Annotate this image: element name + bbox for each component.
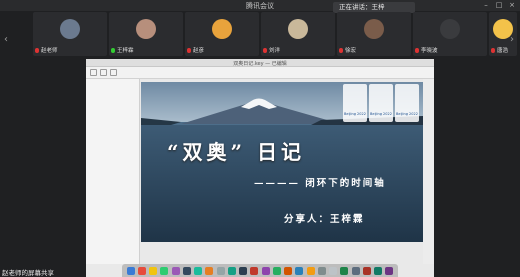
participant-name-text: 徐宏 (345, 48, 357, 54)
mic-muted-icon (263, 48, 267, 53)
slide-subtitle: ———— 闭环下的时间轴 (254, 178, 386, 189)
participant-tile[interactable]: 徐宏 (337, 12, 411, 56)
participant-name: 赵老师 (35, 46, 58, 54)
window-title: 腾讯会议 (246, 2, 274, 10)
participant-tile[interactable]: 李晓波 (413, 12, 487, 56)
dock-app-icon[interactable] (329, 266, 338, 275)
minimize-icon[interactable]: – (481, 1, 491, 9)
maximize-icon[interactable]: □ (494, 1, 504, 9)
keynote-window-title: 双奥日记.key — 已编辑 (233, 61, 287, 67)
participant-name: 赵彦 (187, 46, 204, 54)
beijing-2022-logo: Beijing 2022 (369, 84, 393, 122)
view-icon[interactable] (90, 69, 97, 76)
dock-app-icon[interactable] (374, 266, 383, 275)
dock-app-icon[interactable] (362, 266, 371, 275)
participant-name: 王梓霖 (111, 46, 134, 54)
slide-presenter: 分享人：王梓霖 (284, 214, 365, 225)
mic-icon (111, 48, 115, 53)
dock-app-icon[interactable] (216, 266, 225, 275)
avatar (136, 19, 156, 39)
mic-muted-icon (187, 48, 191, 53)
slide-navigator[interactable] (86, 79, 140, 264)
slide-canvas: Beijing 2022 Beijing 2022 Beijing 2022 “双奥… (141, 82, 423, 242)
title-bar: 腾讯会议 – □ × (0, 0, 520, 11)
participant-name: 唐浩 (491, 46, 508, 54)
dock-app-icon[interactable] (272, 266, 281, 275)
mac-dock (122, 264, 398, 277)
avatar (212, 19, 232, 39)
format-sidebar (423, 79, 434, 264)
dock-app-icon[interactable] (227, 266, 236, 275)
dock-app-icon[interactable] (137, 266, 146, 275)
mic-muted-icon (35, 48, 39, 53)
avatar (288, 19, 308, 39)
olympic-logos: Beijing 2022 Beijing 2022 Beijing 2022 (342, 84, 420, 126)
dock-app-icon[interactable] (126, 266, 135, 275)
beijing-2022-logo: Beijing 2022 (395, 84, 419, 122)
scroll-left-icon[interactable]: ‹ (4, 34, 8, 45)
participant-tile[interactable]: 赵彦 (185, 12, 259, 56)
dock-app-icon[interactable] (385, 266, 394, 275)
speaking-label: 正在讲话：王梓 (339, 3, 385, 11)
dock-app-icon[interactable] (182, 266, 191, 275)
dock-app-icon[interactable] (160, 266, 169, 275)
mic-muted-icon (415, 48, 419, 53)
participant-name-text: 赵老师 (41, 48, 58, 54)
participant-name: 李晓波 (415, 46, 438, 54)
dock-app-icon[interactable] (284, 266, 293, 275)
avatar (60, 19, 80, 39)
shared-screen: 双奥日记.key — 已编辑 Beijing 2022 Beijing 2022… (86, 59, 434, 277)
mic-muted-icon (339, 48, 343, 53)
avatar (440, 19, 460, 39)
slide-title: “双奥” 日记 (167, 140, 305, 164)
participant-strip: ‹ 赵老师 王梓霖 赵彦 刘洋 徐宏 李晓波 唐浩 › (0, 12, 520, 58)
close-icon[interactable]: × (507, 1, 517, 9)
dock-app-icon[interactable] (295, 266, 304, 275)
dock-app-icon[interactable] (149, 266, 158, 275)
dock-app-icon[interactable] (194, 266, 203, 275)
participant-tile[interactable]: 王梓霖 (109, 12, 183, 56)
beijing-2022-logo: Beijing 2022 (343, 84, 367, 122)
zoom-icon[interactable] (100, 69, 107, 76)
dock-app-icon[interactable] (317, 266, 326, 275)
mic-muted-icon (491, 48, 495, 53)
participant-tile[interactable]: 赵老师 (33, 12, 107, 56)
dock-app-icon[interactable] (205, 266, 214, 275)
dock-app-icon[interactable] (171, 266, 180, 275)
dock-app-icon[interactable] (306, 266, 315, 275)
scroll-right-icon[interactable]: › (510, 34, 514, 45)
screen-share-label: 赵老师的屏幕共享 (2, 269, 54, 277)
participant-name: 刘洋 (263, 46, 280, 54)
dock-app-icon[interactable] (239, 266, 248, 275)
participant-name-text: 赵彦 (193, 48, 205, 54)
participant-tile[interactable]: 刘洋 (261, 12, 335, 56)
participant-name-text: 王梓霖 (117, 48, 134, 54)
dock-app-icon[interactable] (250, 266, 259, 275)
dock-app-icon[interactable] (351, 266, 360, 275)
keynote-toolbar (86, 67, 434, 79)
dock-app-icon[interactable] (340, 266, 349, 275)
participant-name-text: 刘洋 (269, 48, 281, 54)
avatar (364, 19, 384, 39)
add-slide-icon[interactable] (110, 69, 117, 76)
participant-name-text: 李晓波 (421, 48, 438, 54)
participant-name-text: 唐浩 (497, 48, 509, 54)
participant-name: 徐宏 (339, 46, 356, 54)
dock-app-icon[interactable] (261, 266, 270, 275)
keynote-titlebar: 双奥日记.key — 已编辑 (86, 59, 434, 67)
